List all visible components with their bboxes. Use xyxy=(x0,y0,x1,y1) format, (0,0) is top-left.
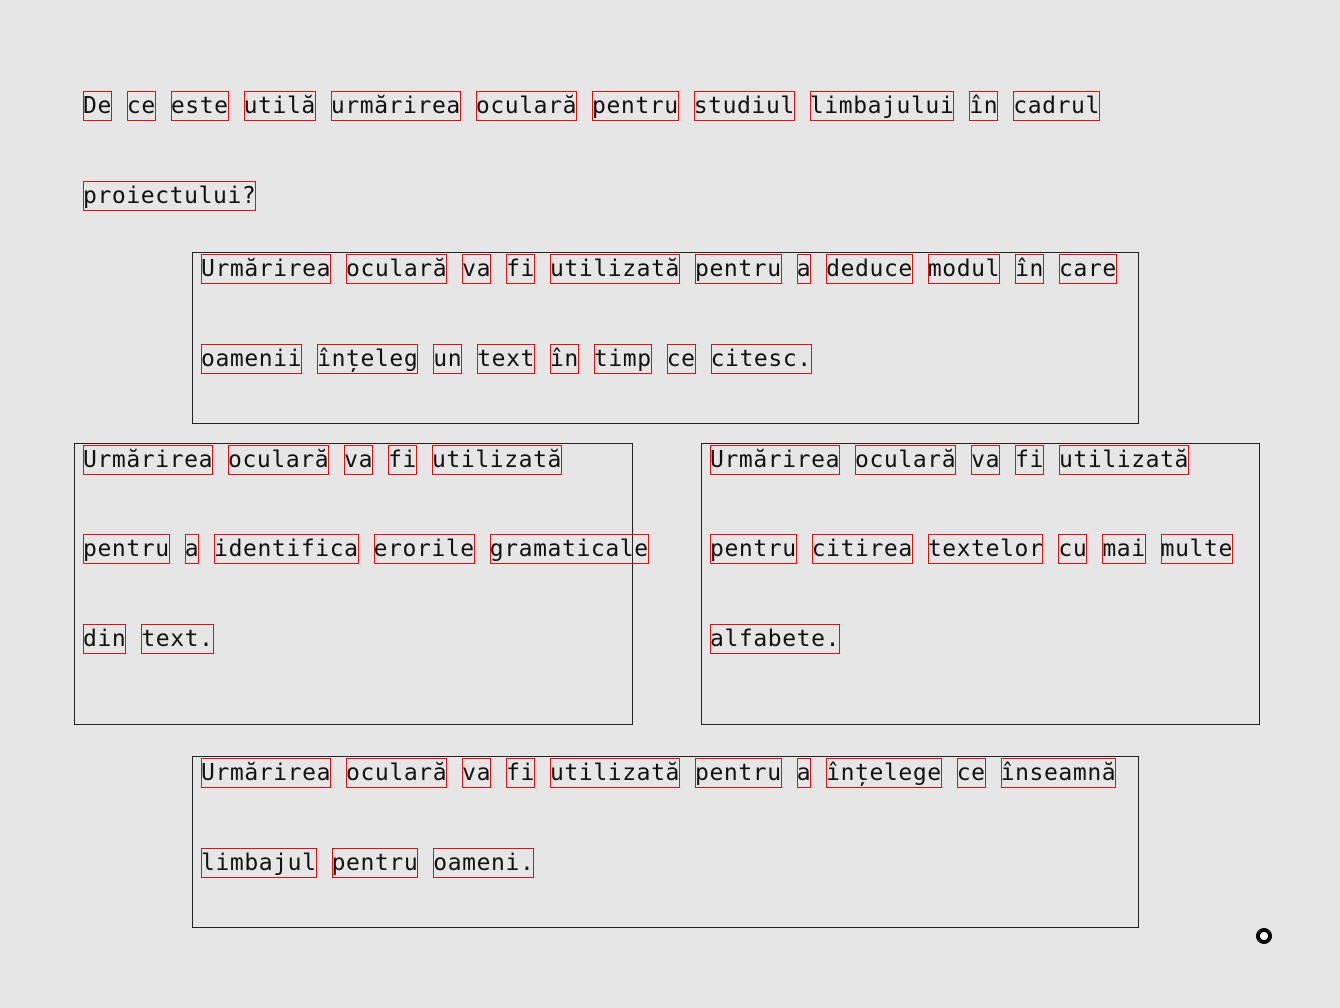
answer-option-4[interactable]: Urmărirea oculară va fi utilizată pentru a înțe… xyxy=(192,756,1139,928)
word-token: cadrul xyxy=(1013,91,1100,121)
word-token: Urmărirea xyxy=(83,445,214,475)
option-2-line-3: din text. xyxy=(83,624,214,654)
word-token: Urmărirea xyxy=(201,254,332,284)
word-token: pentru xyxy=(331,848,419,878)
word-token: utilizată xyxy=(1058,445,1190,475)
word-token: fi xyxy=(506,758,535,788)
word-token: va xyxy=(971,445,1001,475)
word-token: pentru xyxy=(710,534,797,564)
word-token: înțelege xyxy=(826,758,942,788)
word-token: fi xyxy=(388,445,417,475)
word-token: fi xyxy=(1015,445,1044,475)
word-token: erorile xyxy=(373,534,475,564)
word-token: oculară xyxy=(228,445,330,475)
answer-option-3[interactable]: Urmărirea oculară va fi utilizată pentru citi… xyxy=(701,443,1260,725)
word-token: oculară xyxy=(346,758,448,788)
answer-option-2[interactable]: Urmărirea oculară va fi utilizată pentru a ide… xyxy=(74,443,649,725)
word-token: text xyxy=(477,344,535,374)
word-token: textelor xyxy=(927,534,1044,564)
answer-option-1[interactable]: Urmărirea oculară va fi utilizată pentru a dedu… xyxy=(192,252,1139,424)
word-token: utilă xyxy=(243,91,316,121)
option-2-line-1: Urmărirea oculară va fi utilizată xyxy=(83,445,563,475)
option-3-line-1: Urmărirea oculară va fi utilizată xyxy=(710,445,1190,475)
option-1-line-2: oamenii înțeleg un text în timp ce citesc. xyxy=(201,344,812,374)
word-token: urmărirea xyxy=(330,91,461,121)
word-token: cu xyxy=(1058,534,1088,564)
word-token: studiul xyxy=(693,91,795,121)
word-token: a xyxy=(184,534,200,564)
word-token: este xyxy=(170,91,229,121)
word-token: oameni. xyxy=(433,848,535,878)
word-token: pentru xyxy=(592,91,679,121)
question-line-1: De ce este utilă urmărirea oculară pentru studi… xyxy=(83,91,1100,121)
word-token: Urmărirea xyxy=(710,445,841,475)
word-token: va xyxy=(462,254,492,284)
word-token: utilizată xyxy=(549,758,681,788)
word-token: a xyxy=(796,758,812,788)
word-token: pentru xyxy=(695,758,782,788)
word-token: identifica xyxy=(214,534,359,564)
word-token: multe xyxy=(1160,534,1233,564)
word-token: Urmărirea xyxy=(201,758,332,788)
option-2-line-2: pentru a identifica erorile gramaticale xyxy=(83,534,649,564)
word-token: din xyxy=(83,624,127,654)
word-token: în xyxy=(549,344,579,374)
word-token: ce xyxy=(956,758,986,788)
option-1-line-1: Urmărirea oculară va fi utilizată pentru a dedu… xyxy=(201,254,1117,284)
word-token: citirea xyxy=(811,534,913,564)
word-token: pentru xyxy=(695,254,782,284)
option-3-line-3: alfabete. xyxy=(710,624,841,654)
word-token: oculară xyxy=(346,254,448,284)
word-token: înțeleg xyxy=(317,344,419,374)
option-3-line-2: pentru citirea textelor cu mai multe xyxy=(710,534,1233,564)
word-token: deduce xyxy=(826,254,913,284)
question-line-2: proiectului? xyxy=(83,181,257,211)
word-token: înseamnă xyxy=(1000,758,1117,788)
word-token: va xyxy=(344,445,374,475)
word-token: timp xyxy=(593,344,652,374)
word-token: ce xyxy=(666,344,696,374)
word-token: gramaticale xyxy=(489,534,649,564)
word-token: utilizată xyxy=(431,445,563,475)
word-token: citesc. xyxy=(710,344,812,374)
word-token: a xyxy=(796,254,812,284)
word-token: text. xyxy=(141,624,214,654)
word-token: proiectului? xyxy=(83,181,257,211)
word-token: alfabete. xyxy=(710,624,841,654)
word-token: limbajului xyxy=(809,91,955,121)
word-token: oculară xyxy=(855,445,957,475)
option-4-line-1: Urmărirea oculară va fi utilizată pentru a înțe… xyxy=(201,758,1117,788)
word-token: care xyxy=(1059,254,1117,284)
word-token: oamenii xyxy=(201,344,303,374)
option-4-line-2: limbajul pentru oameni. xyxy=(201,848,535,878)
word-token: ce xyxy=(126,91,156,121)
word-token: fi xyxy=(506,254,535,284)
word-token: modul xyxy=(927,254,1001,284)
word-token: oculară xyxy=(475,91,578,121)
word-token: pentru xyxy=(83,534,170,564)
radio-circle-icon[interactable] xyxy=(1256,928,1272,944)
word-token: în xyxy=(969,91,999,121)
word-token: limbajul xyxy=(201,848,317,878)
word-token: va xyxy=(462,758,492,788)
word-token: utilizată xyxy=(549,254,681,284)
word-token: în xyxy=(1015,254,1044,284)
word-token: De xyxy=(83,91,112,121)
word-token: mai xyxy=(1102,534,1146,564)
word-token: un xyxy=(433,344,463,374)
